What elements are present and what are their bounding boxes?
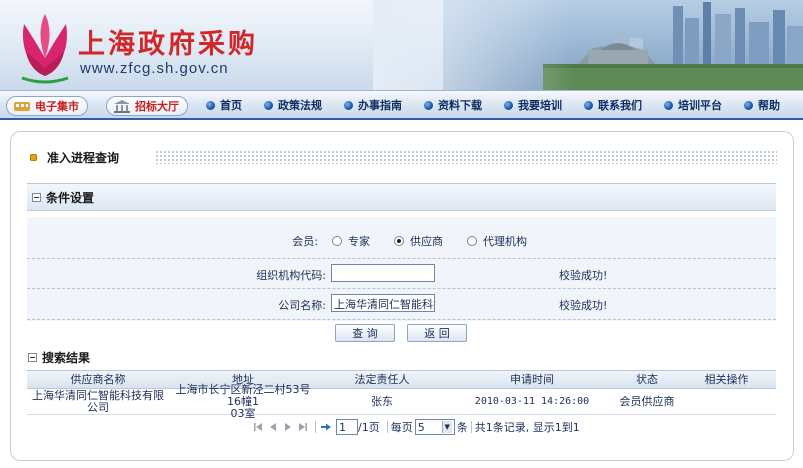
next-page-icon[interactable] [283,422,293,432]
quick-link-label: 招标大厅 [135,100,179,113]
member-option-expert[interactable]: 专家 [332,233,370,249]
company-name-label: 公司名称: [278,299,326,312]
bidding-hall-icon [114,100,130,113]
member-option-agency[interactable]: 代理机构 [467,233,527,249]
back-button[interactable]: 返 回 [407,324,467,342]
col-legal-rep: 法定责任人 [354,372,410,386]
first-page-icon[interactable] [253,422,263,432]
collapse-icon[interactable] [32,192,41,202]
status-cell: 会员供应商 [619,394,675,408]
address-cell: 上海市长宁区新泾二村53号16幢1 03室 [175,382,311,420]
quick-link-label: 电子集市 [35,100,79,113]
col-actions: 相关操作 [704,372,749,386]
table-row[interactable]: 上海华清同仁智能科技有限公司 上海市长宁区新泾二村53号16幢1 03室 张东 … [27,382,776,420]
apply-time-cell: 2010-03-11 14:26:00 [474,395,590,407]
title-bullet-icon [30,153,37,161]
quick-link-e-market[interactable]: 电子集市 [6,96,88,116]
supplier-name-cell: 上海华清同仁智能科技有限公司 [32,388,164,414]
results-section-header[interactable]: 搜索结果 [28,349,90,366]
nav-bullet-icon [744,100,753,110]
nav-menu: 首页 政策法规 办事指南 资料下载 我要培训 联系我们 培训平台 帮助 [206,91,780,119]
form-divider [27,258,776,259]
conditions-section-title: 条件设置 [46,190,95,205]
nav-bullet-icon [664,100,673,110]
org-code-status: 校验成功! [559,269,608,282]
page-title-row: 准入进程查询 [30,148,119,166]
nav-bullet-icon [424,100,433,110]
results-section-title: 搜索结果 [42,351,91,365]
last-page-icon[interactable] [298,422,308,432]
per-page-select[interactable]: 5 ▼ [414,419,455,435]
results-table-header: 供应商名称 地址 法定责任人 申请时间 状态 相关操作 [27,370,776,389]
col-status: 状态 [636,372,658,386]
query-button[interactable]: 查 询 [335,324,395,342]
nav-bullet-icon [344,100,353,110]
title-dotted-decoration [155,150,777,164]
org-code-input[interactable] [331,264,435,282]
site-header: 上海政府采购 www.zfcg.sh.gov.cn [0,0,803,90]
col-apply-time: 申请时间 [510,372,554,386]
nav-item-help[interactable]: 帮助 [744,97,780,113]
company-name-input[interactable]: 上海华清同仁智能科技有 [331,294,435,312]
nav-bullet-icon [504,100,513,110]
form-divider [27,288,776,289]
site-url: www.zfcg.sh.gov.cn [80,60,229,77]
radio-expert[interactable] [332,236,342,246]
nav-item-contact[interactable]: 联系我们 [584,97,642,113]
page-title: 准入进程查询 [47,150,120,165]
col-supplier-name: 供应商名称 [70,372,126,386]
nav-item-training-platform[interactable]: 培训平台 [664,97,722,113]
quick-link-bidding-hall[interactable]: 招标大厅 [106,96,188,116]
page-number-input[interactable]: 1 [336,419,358,435]
collapse-icon[interactable] [28,353,37,362]
radio-agency[interactable] [467,236,477,246]
total-pages-text: /1页 [358,421,380,434]
member-label: 会员: [292,235,318,248]
nav-item-guide[interactable]: 办事指南 [344,97,402,113]
magnolia-logo [21,14,69,84]
legal-rep-cell: 张东 [371,394,393,408]
org-code-label: 组织机构代码: [256,269,326,282]
conditions-section-header[interactable]: 条件设置 [27,183,776,211]
company-name-status: 校验成功! [559,299,608,312]
records-summary: 共1条记录, 显示1到1 [474,421,580,434]
nav-item-policies[interactable]: 政策法规 [264,97,322,113]
chevron-down-icon: ▼ [441,421,452,433]
nav-item-downloads[interactable]: 资料下载 [424,97,482,113]
per-page-unit: 条 [456,421,468,434]
site-title: 上海政府采购 [78,29,258,60]
nav-item-training[interactable]: 我要培训 [504,97,562,113]
market-icon [14,102,30,111]
nav-bullet-icon [264,100,273,110]
per-page-label: 每页 [390,421,413,434]
nav-bullet-icon [584,100,593,110]
radio-supplier[interactable] [394,236,404,246]
pagination: 1 /1页 每页 5 ▼ 条 共1条记录, 显示1到1 [253,418,580,436]
actions-cell [677,389,776,414]
main-navbar: 电子集市 招标大厅 首页 政策法规 办事指南 资料下载 我要培训 联系我们 培训… [0,90,803,120]
prev-page-icon[interactable] [268,422,278,432]
form-divider [27,319,776,320]
nav-bullet-icon [206,100,215,110]
nav-item-home[interactable]: 首页 [206,97,242,113]
go-page-arrow-icon[interactable] [321,422,331,432]
member-type-radio-group: 专家 供应商 代理机构 [332,233,527,249]
member-option-supplier[interactable]: 供应商 [394,233,443,249]
